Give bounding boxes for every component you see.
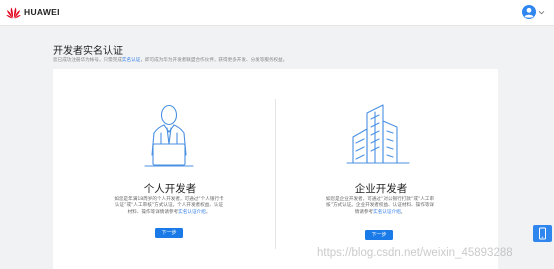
person-with-laptop-icon <box>144 104 194 167</box>
subtitle-text-before: 您已成功注册华为帐号。只需完成 <box>53 58 122 63</box>
subtitle-text-after: ，即可成为华为开发者联盟合作伙伴，获得更多开发、分发等服务权益。 <box>140 58 288 63</box>
personal-desc-line-3: 材料、操作等详情请参考实名认证介绍。 <box>103 210 235 216</box>
huawei-petal-logo-icon <box>6 7 21 18</box>
office-buildings-icon <box>346 104 410 164</box>
enterprise-desc-line-3-end: 。 <box>400 209 406 215</box>
brand-name: HUAWEI <box>24 7 60 17</box>
personal-desc-line-3-end: 。 <box>205 209 211 215</box>
enterprise-developer-description: 如您是企业开发者，可通过“对公银行打款”或“人工审 核”方式认证。企业开发者权益… <box>314 197 446 216</box>
enterprise-developer-title: 企业开发者 <box>354 183 408 195</box>
personal-developer-title: 个人开发者 <box>143 183 197 195</box>
mobile-phone-icon <box>539 227 546 240</box>
personal-developer-description: 如您是年满18周岁的个人开发者，可通过“个人银行卡 认证”或“人工审核”方式认证… <box>103 197 235 216</box>
page-subtitle: 您已成功注册华为帐号。只需完成实名认证，即可成为华为开发者联盟合作伙伴，获得更多… <box>53 57 287 63</box>
real-name-auth-link[interactable]: 实名认证 <box>122 58 140 63</box>
mobile-preview-button[interactable] <box>533 225 552 242</box>
top-bar: HUAWEI <box>0 0 554 26</box>
personal-next-button[interactable]: 下一步 <box>155 228 183 238</box>
panel-divider <box>275 99 276 249</box>
huawei-logo[interactable]: HUAWEI <box>6 5 60 19</box>
enterprise-auth-intro-link[interactable]: 实名认证介绍 <box>373 210 401 215</box>
enterprise-desc-line-3-text: 情请参考 <box>354 209 374 215</box>
watermark-url: https://blog.csdn.net/weixin_45893288 <box>317 247 513 259</box>
chevron-down-icon[interactable] <box>538 9 545 16</box>
personal-desc-line-3-text: 材料、操作等详情请参考 <box>127 209 179 215</box>
enterprise-desc-line-3: 情请参考实名认证介绍。 <box>314 210 446 216</box>
user-avatar-icon[interactable] <box>522 5 536 19</box>
enterprise-next-button[interactable]: 下一步 <box>365 230 393 240</box>
personal-auth-intro-link[interactable]: 实名认证介绍 <box>178 210 206 215</box>
page-title: 开发者实名认证 <box>53 46 123 57</box>
